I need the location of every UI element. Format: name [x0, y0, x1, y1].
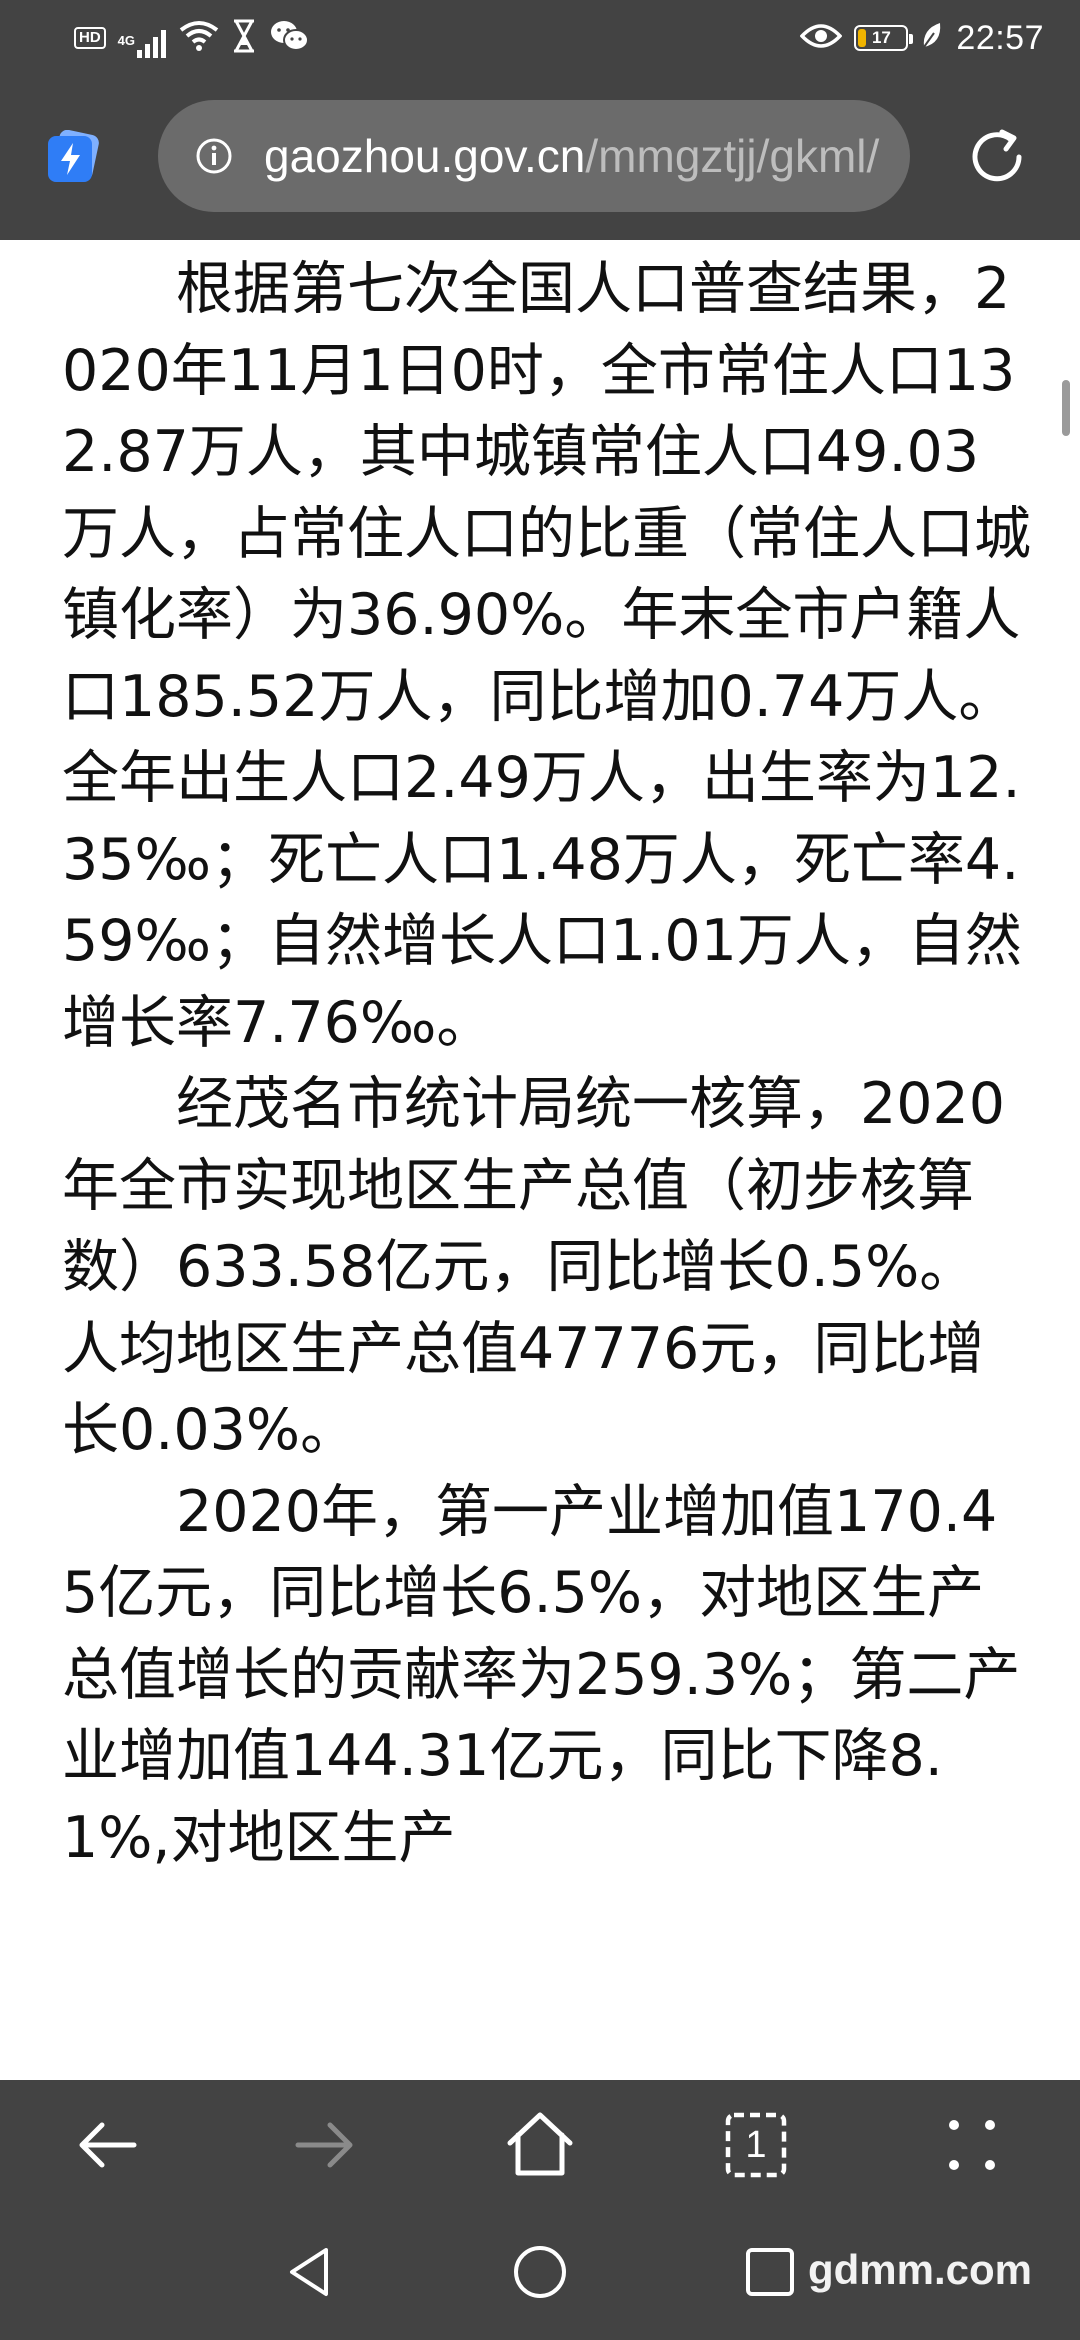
recents-square-icon[interactable]: [738, 2240, 802, 2304]
status-bar: HD 4G 17 22:57: [0, 0, 1080, 82]
reload-icon[interactable]: [964, 124, 1030, 190]
leaf-icon: [920, 21, 944, 56]
url-text[interactable]: gaozhou.gov.cn/mmgztjj/gkml/: [264, 128, 910, 184]
status-icons-left: HD 4G: [74, 14, 310, 62]
mobile-signal-icon: 4G: [118, 18, 167, 58]
url-domain: gaozhou.gov.cn: [264, 130, 586, 182]
back-arrow-icon[interactable]: [68, 2105, 148, 2185]
home-circle-icon[interactable]: [508, 2240, 572, 2304]
wechat-icon: [269, 19, 310, 58]
url-path: /mmgztjj/gkml/: [585, 130, 880, 182]
paragraph-gdp: 经茂名市统计局统一核算，2020年全市实现地区生产总值（初步核算数）633.58…: [62, 1071, 1006, 1463]
status-icons-right: 17 22:57: [799, 14, 1044, 62]
article-body: 根据第七次全国人口普查结果，2020年11月1日0时，全市常住人口132.87万…: [62, 249, 1032, 1879]
network-type-label: 4G: [117, 33, 136, 48]
more-icon[interactable]: [932, 2105, 1012, 2185]
paragraph-industry: 2020年，第一产业增加值170.45亿元，同比增长6.5%，对地区生产总值增长…: [62, 1478, 1021, 1871]
home-icon[interactable]: [500, 2105, 580, 2185]
browser-address-bar: gaozhou.gov.cn/mmgztjj/gkml/: [0, 82, 1080, 240]
battery-terminal: [909, 34, 914, 44]
tabs-icon[interactable]: 1: [716, 2105, 796, 2185]
paragraph-population: 根据第七次全国人口普查结果，2020年11月1日0时，全市常住人口132.87万…: [62, 256, 1031, 1056]
clock: 22:57: [956, 18, 1044, 57]
hd-voice-badge: HD: [74, 27, 106, 49]
watermark: gdmm.com: [808, 2246, 1033, 2293]
article-content: 根据第七次全国人口普查结果，2020年11月1日0时，全市常住人口132.87万…: [0, 240, 1080, 2080]
battery-level: 17: [871, 28, 891, 47]
forward-arrow-icon[interactable]: [284, 2105, 364, 2185]
url-field[interactable]: gaozhou.gov.cn/mmgztjj/gkml/: [158, 100, 910, 212]
browser-toolbar: 1: [0, 2080, 1080, 2210]
battery-fill: [858, 29, 867, 47]
wifi-icon: [179, 20, 219, 57]
quick-app-icon[interactable]: [46, 129, 100, 184]
tab-count: 1: [745, 2124, 767, 2166]
back-triangle-icon[interactable]: [278, 2240, 342, 2304]
info-icon[interactable]: [194, 136, 234, 176]
hourglass-icon: [231, 19, 257, 58]
battery-icon: 17: [854, 25, 914, 51]
eye-comfort-icon: [799, 22, 843, 55]
scrollbar-thumb[interactable]: [1062, 380, 1070, 436]
